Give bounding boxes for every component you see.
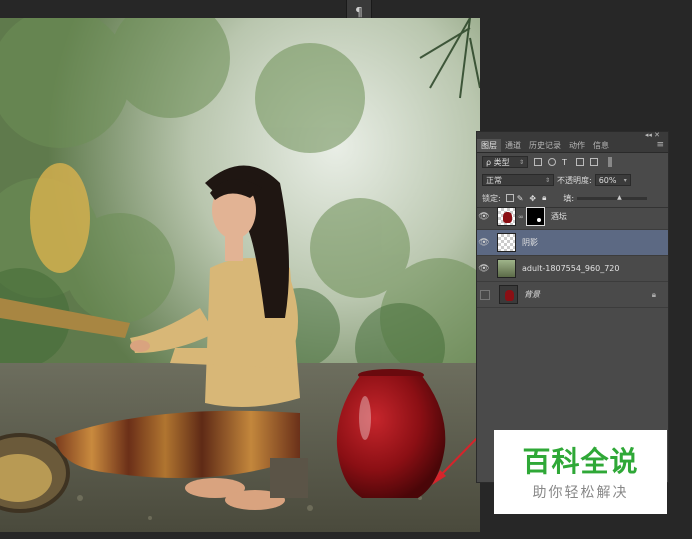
blend-row: 正常 ⇕ 不透明度: 60% ▾ xyxy=(477,171,668,189)
lock-all-icon[interactable]: 🔒︎ xyxy=(542,193,546,203)
panel-collapse-icon[interactable]: ◂◂ ✕ xyxy=(645,131,660,139)
lock-transparent-icon[interactable] xyxy=(505,194,514,202)
filter-row: ρ 类型 ⇕ T xyxy=(477,153,668,171)
blend-mode-dropdown[interactable]: 正常 ⇕ xyxy=(482,174,554,186)
layer-thumbnail xyxy=(497,259,516,278)
lock-label: 锁定: xyxy=(482,193,501,203)
tab-actions[interactable]: 动作 xyxy=(565,139,589,152)
watermark-badge: 百科全说 助你轻松解决 xyxy=(494,430,667,514)
eye-icon[interactable]: 👁︎ xyxy=(477,238,491,248)
fill-slider[interactable]: ▲ xyxy=(577,194,648,201)
filter-kind-value: ρ 类型 xyxy=(486,157,510,167)
layer-name: adult-1807554_960_720 xyxy=(522,264,620,273)
lock-move-icon[interactable]: ✥ xyxy=(529,194,536,203)
type-filter-icon[interactable]: T xyxy=(562,158,567,167)
smart-object-filter-icon[interactable] xyxy=(589,158,598,166)
eye-icon[interactable]: 👁︎ xyxy=(477,264,491,274)
layer-mask-thumbnail[interactable] xyxy=(525,207,545,226)
filter-kind-dropdown[interactable]: ρ 类型 ⇕ xyxy=(482,156,528,168)
opacity-field[interactable]: 60% ▾ xyxy=(594,174,631,186)
layer-name: 酒坛 xyxy=(550,212,567,221)
watermark-title: 百科全说 xyxy=(522,445,639,478)
chevron-down-icon: ▾ xyxy=(623,176,627,184)
layer-name: 背景 xyxy=(524,290,540,299)
layer-name: 阴影 xyxy=(522,238,538,247)
layer-shadow[interactable]: 👁︎ 阴影 xyxy=(477,230,668,256)
shape-filter-icon[interactable] xyxy=(575,158,584,166)
image-filter-icon[interactable] xyxy=(534,158,542,166)
opacity-label: 不透明度: xyxy=(557,175,592,185)
link-chain-icon[interactable]: ∞ xyxy=(518,213,524,221)
fill-label: 填: xyxy=(563,193,575,203)
adjustment-filter-icon[interactable] xyxy=(548,158,556,166)
layer-jar[interactable]: 👁︎ ∞ 酒坛 xyxy=(477,204,668,230)
eye-icon[interactable]: 👁︎ xyxy=(477,212,491,222)
watermark-subtitle: 助你轻松解决 xyxy=(532,485,629,501)
document-canvas[interactable] xyxy=(0,18,480,532)
photo-image xyxy=(0,18,480,532)
filter-toggle-icon[interactable] xyxy=(607,157,612,167)
chevron-down-icon: ⇕ xyxy=(518,158,524,166)
layer-background[interactable]: 背景 🔒︎ xyxy=(477,282,668,308)
panel-tabs: 图层 通道 历史记录 动作 信息 ≡ xyxy=(477,139,668,153)
tab-history[interactable]: 历史记录 xyxy=(525,139,565,152)
slider-handle-icon[interactable]: ▲ xyxy=(617,194,622,201)
lock-icon: 🔒︎ xyxy=(651,289,656,299)
tab-info[interactable]: 信息 xyxy=(589,139,613,152)
layers-list: 👁︎ ∞ 酒坛 👁︎ 阴影 👁︎ adult-1807554_960_720 背… xyxy=(477,204,668,308)
lock-paint-icon[interactable]: ✎ xyxy=(517,194,524,203)
layer-thumbnail xyxy=(497,233,516,252)
opacity-value: 60% xyxy=(598,175,617,185)
blend-mode-value: 正常 xyxy=(486,175,502,185)
tab-channels[interactable]: 通道 xyxy=(501,139,525,152)
layer-thumbnail xyxy=(497,207,516,226)
tab-layers[interactable]: 图层 xyxy=(477,139,501,152)
layer-photo[interactable]: 👁︎ adult-1807554_960_720 xyxy=(477,256,668,282)
visibility-toggle-off[interactable] xyxy=(480,289,490,300)
chevron-down-icon: ⇕ xyxy=(544,176,550,184)
layer-thumbnail xyxy=(499,285,518,304)
pilcrow-icon: ¶ xyxy=(355,5,363,19)
panel-header-bar: ◂◂ ✕ xyxy=(477,131,668,139)
panel-menu-icon[interactable]: ≡ xyxy=(656,139,668,152)
